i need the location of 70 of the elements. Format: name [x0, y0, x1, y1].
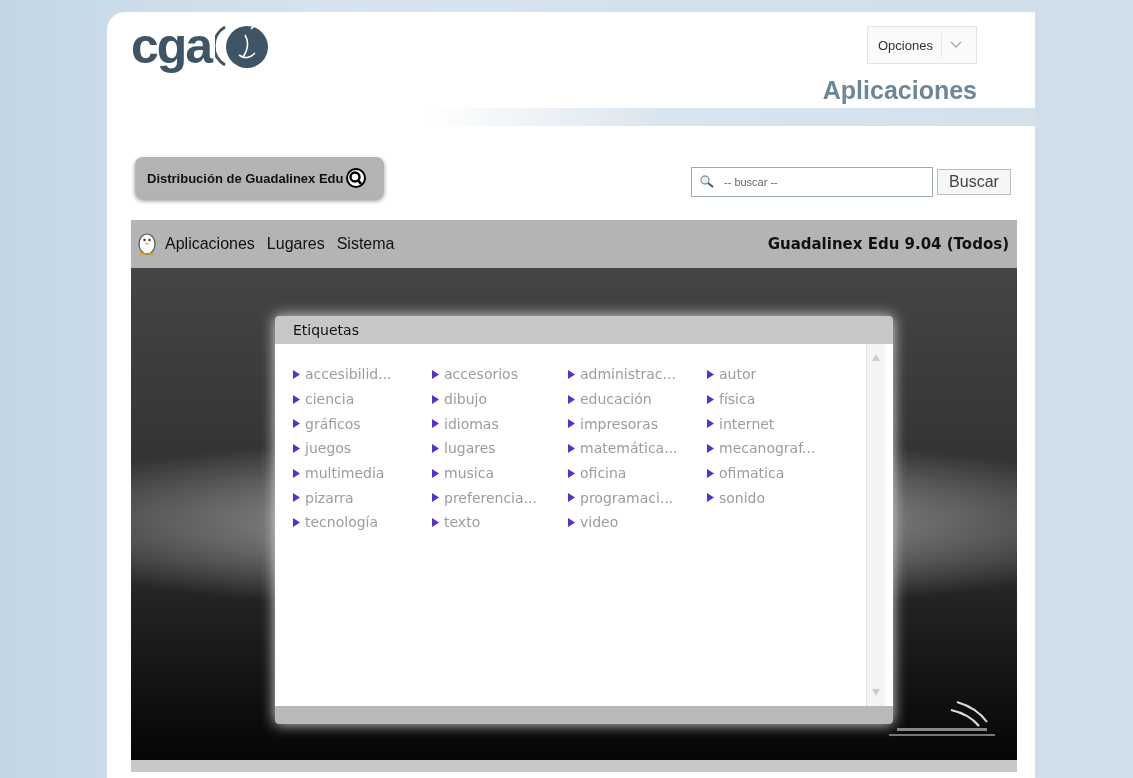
tag-link[interactable]: idiomas — [444, 415, 499, 432]
triangle-icon — [432, 493, 439, 503]
triangle-icon — [293, 468, 300, 478]
tag-link[interactable]: sonido — [719, 489, 766, 506]
page-title: Aplicaciones — [822, 76, 977, 105]
tag-link[interactable]: dibujo — [444, 391, 487, 408]
triangle-icon — [568, 394, 575, 404]
triangle-icon — [432, 443, 439, 453]
magnifier-icon — [346, 167, 367, 189]
tag-link[interactable]: administrac... — [580, 366, 676, 383]
search-field[interactable]: -- buscar -- — [691, 167, 933, 197]
tag-link[interactable]: texto — [444, 514, 481, 531]
triangle-icon — [293, 443, 300, 453]
triangle-icon — [293, 493, 300, 503]
tag-link[interactable]: educación — [580, 391, 652, 408]
tag-link[interactable]: pizarra — [305, 489, 354, 506]
triangle-icon — [568, 419, 575, 429]
tag-link[interactable]: internet — [719, 415, 775, 432]
tag-link[interactable]: física — [719, 391, 756, 408]
triangle-icon — [707, 394, 714, 404]
triangle-icon — [293, 369, 300, 379]
panel-title: Guadalinex Edu 9.04 (Todos) — [767, 235, 1009, 253]
triangle-icon — [568, 443, 575, 453]
distribution-label: Distribución de Guadalinex Edu — [147, 170, 344, 186]
triangle-icon — [432, 419, 439, 429]
triangle-icon — [707, 369, 714, 379]
chevron-down-icon — [949, 41, 962, 49]
scrollbar[interactable] — [866, 344, 885, 706]
triangle-icon — [293, 419, 300, 429]
penguin-icon — [137, 232, 157, 256]
triangle-icon — [432, 468, 439, 478]
tag-link[interactable]: matemática... — [580, 440, 678, 457]
panel-menu[interactable]: Lugares — [266, 235, 325, 253]
triangle-icon — [707, 468, 714, 478]
triangle-icon — [568, 517, 575, 527]
triangle-icon — [432, 517, 439, 527]
search-button[interactable]: Buscar — [937, 169, 1011, 195]
triangle-icon — [432, 369, 439, 379]
triangle-icon — [707, 493, 714, 503]
tag-link[interactable]: video — [580, 514, 619, 531]
panel-menu[interactable]: Sistema — [336, 235, 395, 253]
tag-link[interactable]: tecnología — [305, 514, 379, 531]
tag-link[interactable]: mecanograf... — [719, 440, 816, 457]
triangle-icon — [707, 443, 714, 453]
dialog-title: Etiquetas — [275, 316, 893, 344]
tag-link[interactable]: accesibilid... — [305, 366, 392, 383]
tag-link[interactable]: accesorios — [444, 366, 518, 383]
tag-link[interactable]: autor — [719, 366, 757, 383]
options-dropdown[interactable]: Opciones — [867, 26, 977, 64]
tag-link[interactable]: multimedia — [305, 465, 385, 482]
triangle-icon — [293, 394, 300, 404]
triangle-icon — [293, 517, 300, 527]
tag-link[interactable]: gráficos — [305, 415, 361, 432]
tag-link[interactable]: ciencia — [305, 391, 355, 408]
triangle-icon — [432, 394, 439, 404]
triangle-icon — [568, 369, 575, 379]
triangle-icon — [568, 468, 575, 478]
tag-link[interactable]: juegos — [305, 440, 352, 457]
triangle-icon — [568, 493, 575, 503]
tag-link[interactable]: ofimatica — [719, 465, 785, 482]
scroll-down-icon — [872, 689, 880, 696]
panel-menu[interactable]: Aplicaciones — [165, 235, 255, 253]
tag-link[interactable]: oficina — [580, 465, 627, 482]
tag-link[interactable]: impresoras — [580, 415, 658, 432]
tag-link[interactable]: programaci... — [580, 489, 674, 506]
tag-link[interactable]: lugares — [444, 440, 496, 457]
tag-link[interactable]: musica — [444, 465, 494, 482]
tag-link[interactable]: preferencia... — [444, 489, 537, 506]
scroll-up-icon — [872, 354, 880, 361]
triangle-icon — [707, 419, 714, 429]
